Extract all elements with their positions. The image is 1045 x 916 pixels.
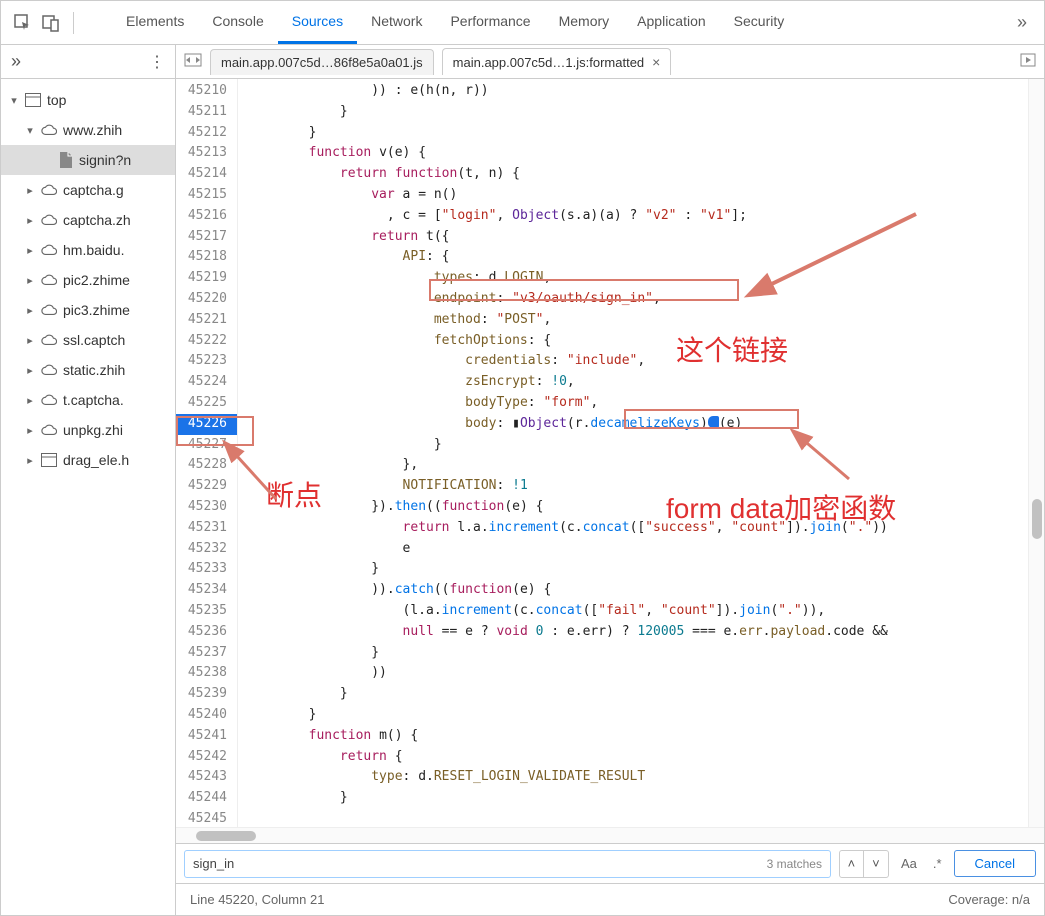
tree-item-drag_eleh[interactable]: ▸drag_ele.h bbox=[1, 445, 175, 475]
tree-item-hmbaidu[interactable]: ▸hm.baidu. bbox=[1, 235, 175, 265]
tab-memory[interactable]: Memory bbox=[545, 1, 624, 44]
tree-item-top[interactable]: ▾top bbox=[1, 85, 175, 115]
tab-performance[interactable]: Performance bbox=[436, 1, 544, 44]
tree-item-wwwzhih[interactable]: ▾www.zhih bbox=[1, 115, 175, 145]
file-tab-1[interactable]: main.app.007c5d…86f8e5a0a01.js bbox=[210, 49, 434, 75]
cancel-button[interactable]: Cancel bbox=[954, 850, 1036, 877]
device-toggle-icon[interactable] bbox=[37, 9, 65, 37]
navigator-menu-icon[interactable]: ⋮ bbox=[149, 52, 165, 72]
code-content[interactable]: )) : e(h(n, r)) } } function v(e) { retu… bbox=[238, 79, 1044, 827]
more-tabs-icon[interactable]: » bbox=[1008, 9, 1036, 37]
coverage-status: Coverage: n/a bbox=[948, 892, 1030, 907]
regex-toggle[interactable]: .* bbox=[929, 856, 946, 871]
tree-item-sslcaptch[interactable]: ▸ssl.captch bbox=[1, 325, 175, 355]
search-next-icon[interactable]: ˅ bbox=[864, 851, 888, 877]
match-case-toggle[interactable]: Aa bbox=[897, 856, 921, 871]
tree-item-staticzhih[interactable]: ▸static.zhih bbox=[1, 355, 175, 385]
tab-sources[interactable]: Sources bbox=[278, 1, 357, 44]
cursor-position: Line 45220, Column 21 bbox=[190, 892, 324, 907]
run-snippet-icon[interactable] bbox=[1020, 53, 1036, 70]
tree-item-tcaptcha[interactable]: ▸t.captcha. bbox=[1, 385, 175, 415]
file-tabs-bar: main.app.007c5d…86f8e5a0a01.js main.app.… bbox=[176, 45, 1044, 79]
search-input[interactable]: sign_in 3 matches bbox=[184, 850, 831, 878]
file-tab-2[interactable]: main.app.007c5d…1.js:formatted × bbox=[442, 48, 672, 75]
line-gutter[interactable]: 4521045211452124521345214452154521645217… bbox=[176, 79, 238, 827]
inspect-icon[interactable] bbox=[9, 9, 37, 37]
file-tab-1-label: main.app.007c5d…86f8e5a0a01.js bbox=[221, 55, 423, 70]
close-icon[interactable]: × bbox=[652, 54, 660, 70]
editor-panel: main.app.007c5d…86f8e5a0a01.js main.app.… bbox=[176, 45, 1044, 915]
expand-icon[interactable]: » bbox=[11, 51, 21, 72]
horizontal-scrollbar[interactable] bbox=[176, 827, 1044, 843]
tab-application[interactable]: Application bbox=[623, 1, 720, 44]
search-matches-text: 3 matches bbox=[767, 857, 822, 871]
main-tabs: Elements Console Sources Network Perform… bbox=[112, 1, 798, 44]
navigator-toolbar: » ⋮ bbox=[1, 45, 175, 79]
vertical-scrollbar[interactable] bbox=[1028, 79, 1044, 827]
search-bar: sign_in 3 matches ˄ ˅ Aa .* Cancel bbox=[176, 843, 1044, 883]
devtools-toolbar: Elements Console Sources Network Perform… bbox=[1, 1, 1044, 45]
tab-elements[interactable]: Elements bbox=[112, 1, 198, 44]
tab-security[interactable]: Security bbox=[720, 1, 799, 44]
navigator-panel: » ⋮ ▾top▾www.zhihsignin?n▸captcha.g▸capt… bbox=[1, 45, 176, 915]
file-tree[interactable]: ▾top▾www.zhihsignin?n▸captcha.g▸captcha.… bbox=[1, 79, 175, 915]
tab-network[interactable]: Network bbox=[357, 1, 436, 44]
tree-item-unpkgzhi[interactable]: ▸unpkg.zhi bbox=[1, 415, 175, 445]
tree-item-captchazh[interactable]: ▸captcha.zh bbox=[1, 205, 175, 235]
file-tab-2-label: main.app.007c5d…1.js:formatted bbox=[453, 55, 645, 70]
search-query-text: sign_in bbox=[193, 856, 234, 871]
tree-item-pic3zhime[interactable]: ▸pic3.zhime bbox=[1, 295, 175, 325]
search-prev-icon[interactable]: ˄ bbox=[840, 851, 864, 877]
tree-item-signinn[interactable]: signin?n bbox=[1, 145, 175, 175]
search-nav-buttons: ˄ ˅ bbox=[839, 850, 889, 878]
tree-item-pic2zhime[interactable]: ▸pic2.zhime bbox=[1, 265, 175, 295]
tab-console[interactable]: Console bbox=[198, 1, 277, 44]
status-bar: Line 45220, Column 21 Coverage: n/a bbox=[176, 883, 1044, 915]
code-area: 4521045211452124521345214452154521645217… bbox=[176, 79, 1044, 827]
tree-item-captchag[interactable]: ▸captcha.g bbox=[1, 175, 175, 205]
nav-history-icon[interactable] bbox=[184, 53, 202, 70]
